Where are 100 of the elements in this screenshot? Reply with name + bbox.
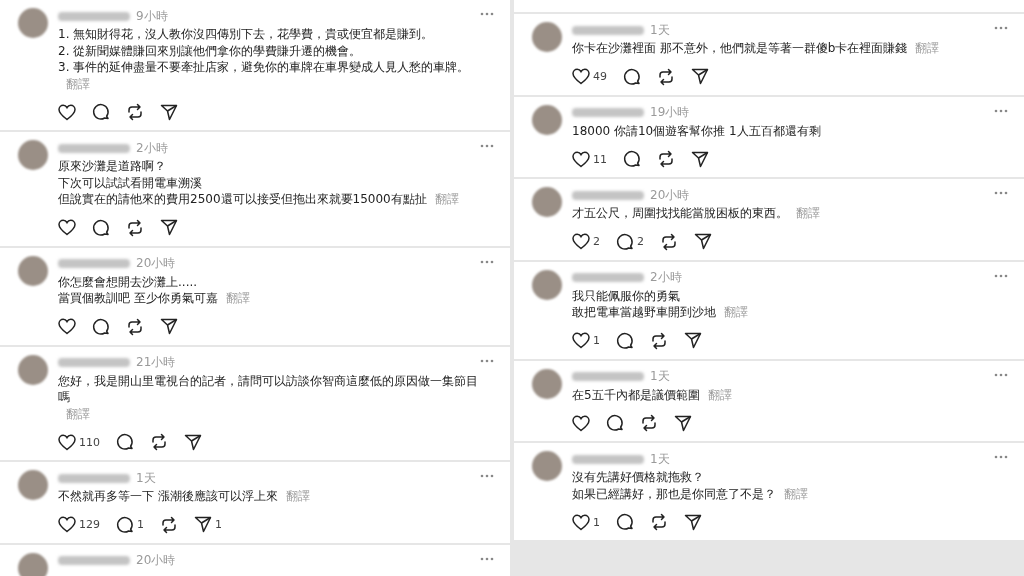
repost-icon[interactable] — [657, 67, 675, 86]
avatar-placeholder[interactable] — [18, 552, 48, 576]
comment-text: 下次可以試試看開電車溯溪 — [58, 174, 202, 191]
comment-text: 2. 從新聞媒體賺回來別讓他們拿你的學費賺升遷的機會。 — [58, 42, 362, 59]
send-icon[interactable] — [184, 433, 202, 451]
avatar-placeholder[interactable] — [532, 22, 562, 52]
comment-text: 您好，我是開山里電視台的記者，請問可以訪談你智商這麼低的原因做一集節目嗎 — [58, 372, 478, 406]
more-icon[interactable] — [994, 26, 1008, 30]
heart-icon[interactable] — [58, 433, 76, 451]
more-icon[interactable] — [480, 474, 494, 478]
comment-icon[interactable] — [116, 433, 134, 451]
send-icon[interactable] — [674, 414, 692, 432]
avatar-placeholder[interactable] — [532, 368, 562, 399]
more-icon[interactable] — [480, 259, 494, 264]
repost-icon[interactable] — [160, 515, 178, 534]
post-time: 2小時 — [136, 139, 168, 157]
avatar-placeholder[interactable] — [18, 8, 48, 38]
translate-link[interactable]: 翻譯 — [707, 386, 732, 403]
comment-icon[interactable] — [616, 331, 634, 350]
comment-icon[interactable] — [606, 414, 624, 432]
post-time: 1天 — [650, 21, 670, 39]
post-time: 1天 — [650, 450, 670, 468]
heart-icon[interactable] — [572, 332, 590, 349]
comment-icon[interactable] — [623, 67, 641, 86]
more-icon[interactable] — [994, 455, 1008, 459]
heart-icon[interactable] — [58, 516, 76, 533]
comment-icon[interactable] — [92, 317, 110, 336]
avatar-placeholder[interactable] — [18, 140, 48, 170]
repost-icon[interactable] — [650, 331, 668, 350]
send-icon[interactable] — [694, 233, 712, 250]
send-icon[interactable] — [684, 513, 702, 531]
repost-icon[interactable] — [650, 513, 668, 531]
comment-icon[interactable] — [616, 232, 634, 251]
send-icon[interactable] — [194, 516, 212, 533]
more-icon[interactable] — [994, 273, 1008, 278]
repost-icon[interactable] — [640, 414, 658, 432]
avatar-placeholder[interactable] — [532, 187, 562, 217]
more-icon[interactable] — [480, 556, 494, 561]
heart-icon[interactable] — [572, 150, 590, 168]
heart-icon[interactable] — [58, 103, 76, 121]
repost-icon[interactable] — [126, 218, 144, 237]
translate-link[interactable]: 翻譯 — [66, 75, 90, 92]
comment-icon[interactable] — [116, 515, 134, 534]
send-icon[interactable] — [160, 103, 178, 121]
send-icon[interactable] — [691, 68, 709, 85]
more-icon[interactable] — [994, 191, 1008, 195]
more-icon[interactable] — [994, 372, 1008, 377]
comment-text: 原來沙灘是道路啊？ — [58, 158, 166, 175]
avatar-placeholder[interactable] — [18, 354, 48, 385]
post-time: 2小時 — [650, 269, 682, 286]
post-time: 21小時 — [136, 354, 176, 371]
avatar-placeholder[interactable] — [532, 104, 562, 135]
translate-link[interactable]: 翻譯 — [915, 40, 940, 57]
repost-icon[interactable] — [126, 317, 144, 336]
comment-text: 敢把電車當越野車開到沙地 — [572, 304, 716, 321]
translate-link[interactable]: 翻譯 — [784, 485, 808, 502]
avatar-placeholder[interactable] — [532, 451, 562, 481]
heart-icon[interactable] — [572, 414, 590, 432]
repost-icon[interactable] — [126, 103, 144, 121]
comment-icon[interactable] — [623, 150, 641, 168]
heart-icon[interactable] — [58, 219, 76, 236]
comment-icon[interactable] — [616, 513, 634, 531]
like-count: 1 — [593, 334, 600, 347]
comment-text: 才五公尺，周圍找找能當脫困板的東西。 — [572, 205, 788, 222]
repost-icon[interactable] — [660, 232, 678, 251]
post-time: 20小時 — [136, 552, 176, 569]
avatar-placeholder[interactable] — [18, 470, 48, 500]
translate-link[interactable]: 翻譯 — [434, 191, 459, 208]
send-icon[interactable] — [160, 219, 178, 236]
post-time: 1天 — [650, 368, 670, 385]
translate-link[interactable]: 翻譯 — [796, 205, 820, 222]
more-icon[interactable] — [480, 12, 494, 16]
heart-icon[interactable] — [58, 318, 76, 335]
more-icon[interactable] — [480, 144, 494, 148]
heart-icon[interactable] — [572, 513, 590, 531]
translate-link[interactable]: 翻譯 — [225, 290, 250, 307]
comment-icon[interactable] — [92, 218, 110, 237]
comment-text: 你怎麼會想開去沙灘上..... — [58, 273, 198, 290]
translate-link[interactable]: 翻譯 — [66, 405, 90, 422]
repost-icon[interactable] — [657, 150, 675, 168]
post-time: 20小時 — [650, 186, 690, 204]
comment-text: 在5五千內都是議價範圍 — [572, 386, 700, 403]
more-icon[interactable] — [994, 108, 1008, 113]
send-icon[interactable] — [160, 318, 178, 335]
comment-text: 不然就再多等一下 漲潮後應該可以浮上來 — [58, 488, 278, 505]
repost-icon[interactable] — [150, 433, 168, 451]
translate-link[interactable]: 翻譯 — [724, 304, 748, 321]
avatar-placeholder[interactable] — [532, 269, 562, 300]
send-icon[interactable] — [684, 332, 702, 349]
comment-icon[interactable] — [92, 103, 110, 121]
send-icon[interactable] — [691, 150, 709, 168]
heart-icon[interactable] — [572, 233, 590, 250]
comment-text: 沒有先講好價格就拖救？ — [572, 469, 704, 486]
translate-link[interactable]: 翻譯 — [285, 488, 310, 505]
comment-text: 當買個教訓吧 至少你勇氣可嘉 — [58, 290, 218, 307]
avatar-placeholder[interactable] — [18, 255, 48, 286]
heart-icon[interactable] — [572, 68, 590, 85]
more-icon[interactable] — [480, 358, 494, 363]
like-count: 129 — [79, 518, 100, 531]
post-time: 9小時 — [136, 7, 168, 25]
